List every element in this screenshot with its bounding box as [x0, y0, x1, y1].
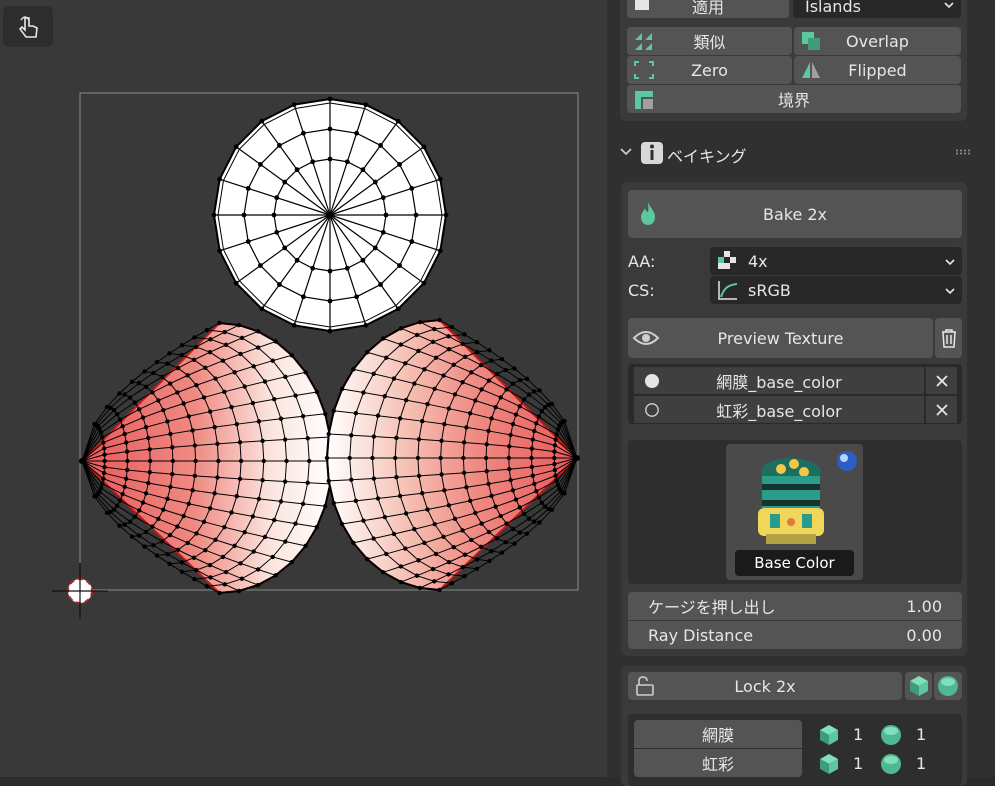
cage-extrusion-field[interactable]: ケージを押し出し 1.00	[628, 592, 962, 620]
chevron-down-icon	[944, 2, 954, 9]
lock-row-1-count-mesh: 1	[853, 725, 864, 744]
cube-icon	[909, 676, 928, 696]
trash-icon	[941, 329, 956, 348]
preview-texture-button[interactable]: Preview Texture	[628, 318, 933, 358]
sphere-icon	[938, 676, 958, 696]
thumbnail-caption: Base Color	[735, 550, 854, 576]
texture-thumbnail[interactable]: Base Color	[726, 444, 863, 580]
zero-label: Zero	[691, 60, 728, 80]
delete-texture-button[interactable]	[935, 318, 962, 358]
cage-extrusion-label: ケージを押し出し	[648, 598, 776, 617]
chevron-down-icon	[945, 259, 955, 266]
lock-row-1-name: 網膜	[701, 726, 734, 745]
similar-label: 類似	[693, 33, 726, 52]
checker-icon	[718, 251, 736, 269]
similar-icon	[635, 33, 652, 50]
baking-panel-header[interactable]: ベイキング	[607, 135, 982, 169]
lock-icon	[636, 676, 654, 696]
zero-button[interactable]: Zero	[627, 56, 792, 84]
remove-icon	[935, 403, 948, 416]
lock-mesh-toggle[interactable]	[905, 672, 932, 700]
boundary-button[interactable]: 境界	[627, 85, 961, 113]
chevron-down-icon	[620, 148, 632, 156]
bake-button[interactable]: Bake 2x	[628, 190, 962, 238]
remove-texture-1-button[interactable]	[926, 367, 957, 394]
islands-value: Islands	[805, 0, 861, 16]
apply-label: 適用	[691, 0, 724, 17]
texture-name-2: 虹彩_base_color	[716, 401, 842, 421]
sphere-icon	[881, 725, 901, 745]
cube-icon	[820, 725, 838, 745]
uv-canvas[interactable]	[0, 0, 607, 777]
lock-row-1-count-sphere: 1	[916, 725, 927, 744]
bake-label: Bake 2x	[762, 204, 828, 224]
apply-button[interactable]: 適用	[627, 0, 789, 18]
overlap-button[interactable]: Overlap	[794, 27, 961, 55]
remove-icon	[935, 374, 948, 387]
aa-dropdown[interactable]: 4x	[710, 247, 962, 275]
overlap-label: Overlap	[846, 31, 909, 51]
cs-value: sRGB	[748, 280, 791, 300]
texture-row-1[interactable]: 網膜_base_color	[634, 367, 924, 394]
uv-editor-viewport[interactable]	[0, 0, 607, 777]
cs-label: CS:	[628, 281, 655, 300]
uv-island-right	[324, 317, 580, 593]
ray-distance-field[interactable]: Ray Distance 0.00	[628, 621, 962, 649]
drag-handle-icon[interactable]	[955, 149, 971, 155]
lock-label: Lock 2x	[734, 676, 796, 696]
select-panel: 適用 Islands 類似 Overlap Zero Flipped 境界	[620, 0, 967, 121]
baking-title: ベイキング	[667, 147, 747, 166]
lock-sphere-toggle[interactable]	[934, 672, 962, 700]
aa-label: AA:	[628, 252, 656, 271]
eye-icon	[632, 331, 660, 345]
flipped-icon	[802, 62, 820, 78]
cs-dropdown[interactable]: sRGB	[710, 276, 962, 304]
info-icon	[641, 142, 663, 164]
ray-distance-label: Ray Distance	[648, 625, 754, 645]
uv-island-circle	[211, 96, 449, 334]
flipped-label: Flipped	[848, 60, 907, 80]
lock-row-2-name: 虹彩	[701, 755, 734, 774]
cube-icon	[820, 754, 838, 774]
islands-dropdown[interactable]: Islands	[793, 0, 961, 18]
lock-row-2-count-sphere: 1	[916, 754, 927, 773]
apply-icon	[635, 0, 649, 10]
sidebar: 適用 Islands 類似 Overlap Zero Flipped 境界 ベイ…	[607, 0, 995, 786]
zero-icon	[634, 61, 654, 79]
ray-distance-value: 0.00	[906, 625, 942, 645]
aa-value: 4x	[748, 251, 768, 271]
cage-extrusion-value: 1.00	[906, 596, 942, 616]
lock-button[interactable]: Lock 2x	[628, 672, 902, 700]
radio-selected-icon[interactable]	[644, 373, 660, 389]
baking-panel: Bake 2x AA: 4x CS: sRGB Preview Texture …	[621, 182, 967, 656]
cursor-icon	[52, 563, 108, 619]
sphere-icon	[881, 754, 901, 774]
uv-island-left	[79, 320, 335, 596]
similar-button[interactable]: 類似	[627, 27, 792, 55]
texture-row-2[interactable]: 虹彩_base_color	[634, 396, 924, 423]
boundary-label: 境界	[777, 91, 810, 110]
lock-row-1-button[interactable]: 網膜	[634, 720, 802, 748]
preview-texture-label: Preview Texture	[717, 328, 844, 348]
texture-name-1: 網膜_base_color	[716, 372, 842, 392]
flame-icon	[641, 202, 655, 225]
chevron-down-icon	[945, 288, 955, 295]
lock-row-2-count-mesh: 1	[853, 754, 864, 773]
curve-icon	[718, 281, 738, 300]
remove-texture-2-button[interactable]	[926, 396, 957, 423]
lock-row-2-button[interactable]: 虹彩	[634, 749, 802, 777]
radio-empty-icon[interactable]	[644, 402, 660, 418]
overlap-icon	[802, 32, 820, 50]
lock-panel: Lock 2x 網膜 1 1 虹彩 1 1	[621, 666, 967, 786]
flipped-button[interactable]: Flipped	[794, 56, 961, 84]
boundary-icon	[635, 91, 653, 109]
